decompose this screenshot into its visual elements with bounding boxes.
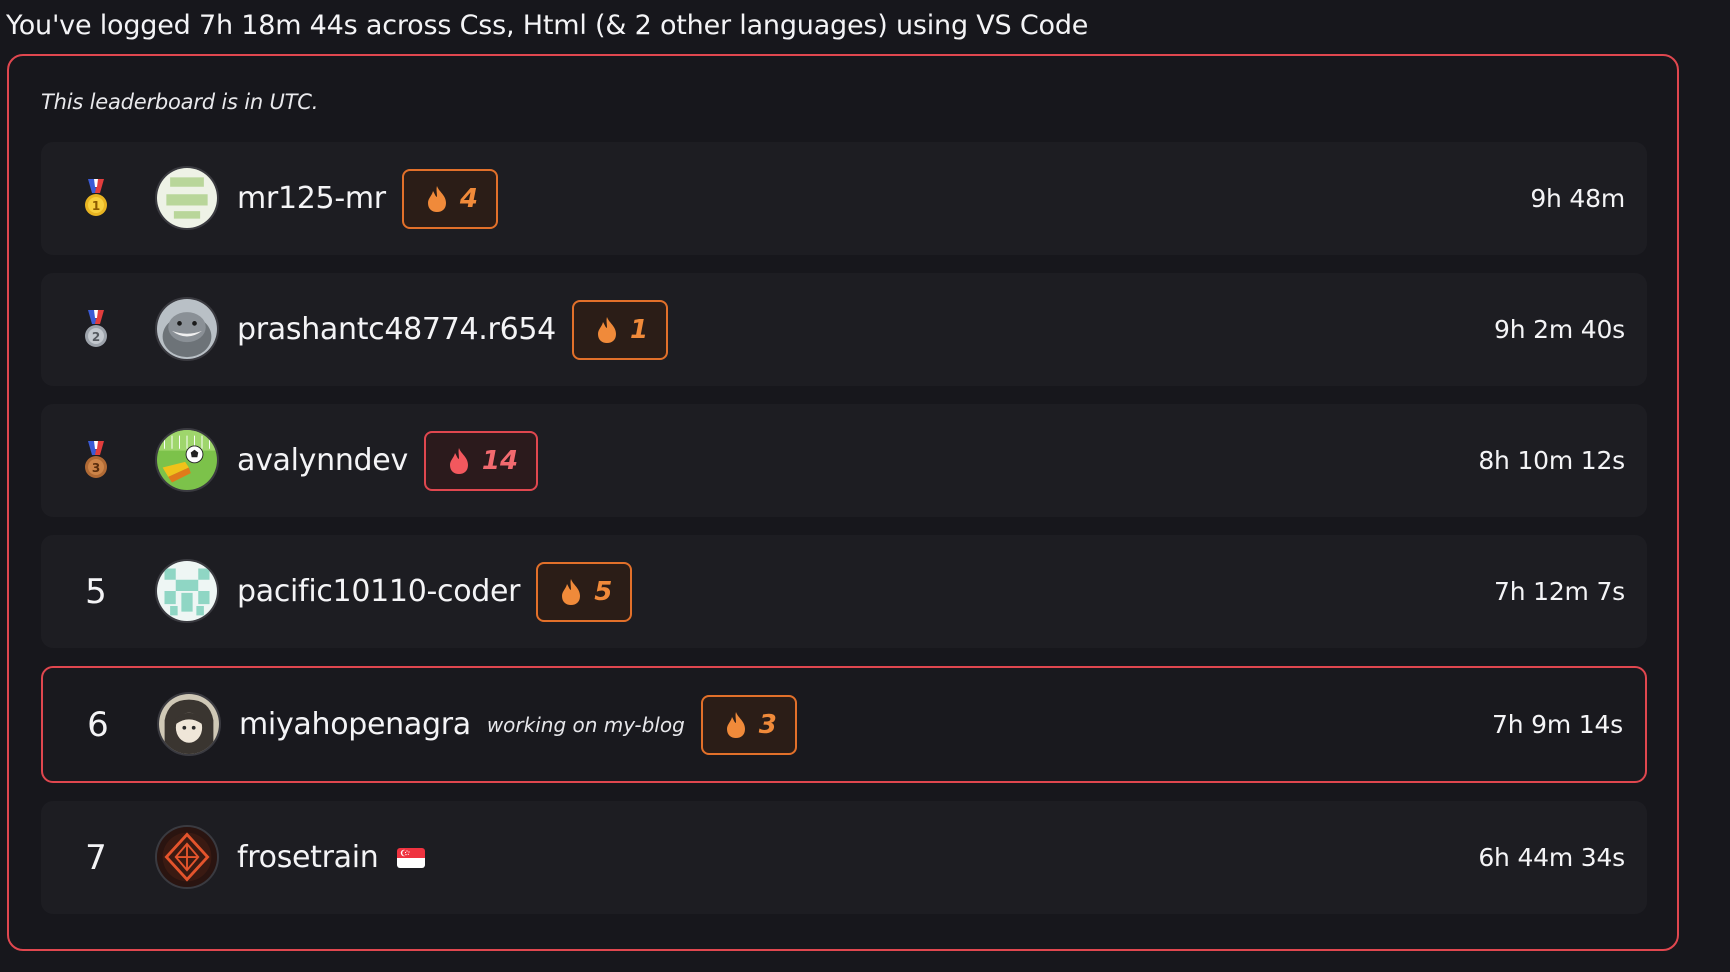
username[interactable]: frosetrain	[237, 840, 379, 875]
time-logged: 9h 2m 40s	[1494, 315, 1625, 344]
rank-number: 5	[85, 571, 107, 612]
leaderboard-row[interactable]: 2 prashantc48774.r654 1 9h 2m 40s	[41, 273, 1647, 386]
leaderboard-row[interactable]: 3 avalynndev 14 8h 10m 12s	[41, 404, 1647, 517]
streak-badge: 3	[700, 694, 797, 755]
avatar[interactable]	[157, 692, 221, 756]
time-logged: 6h 44m 34s	[1478, 843, 1625, 872]
streak-count: 3	[758, 709, 777, 740]
svg-text:1: 1	[92, 199, 100, 213]
leaderboard-row-current-user[interactable]: 6 miyahopenagra working on my-blog 3 7h …	[41, 666, 1647, 783]
silver-medal-icon: 2	[85, 309, 107, 347]
identicon-avatar	[157, 561, 217, 621]
rank-medal: 3	[71, 404, 121, 517]
rank-number: 7	[85, 837, 107, 878]
svg-text:3: 3	[92, 461, 100, 475]
leaderboard-row[interactable]: 5 pacific10110-coder 5 7h 12m 7s	[41, 535, 1647, 648]
flame-icon	[562, 578, 581, 605]
streak-badge: 14	[423, 430, 539, 491]
leaderboard-row[interactable]: 1 mr125-mr 4 9h 48m	[41, 142, 1647, 255]
rank-medal: 2	[71, 273, 121, 386]
shark-avatar	[157, 299, 217, 359]
time-logged: 7h 9m 14s	[1492, 710, 1623, 739]
svg-text:2: 2	[92, 330, 100, 344]
avatar[interactable]	[155, 297, 219, 361]
timezone-note: This leaderboard is in UTC.	[41, 90, 319, 114]
flame-icon	[726, 711, 745, 738]
username[interactable]: mr125-mr	[237, 181, 386, 216]
streak-badge: 4	[401, 168, 498, 229]
rank-number: 6	[87, 704, 109, 745]
streak-count: 5	[594, 576, 613, 607]
avatar[interactable]	[155, 559, 219, 623]
streak-count: 1	[629, 314, 649, 345]
time-logged: 8h 10m 12s	[1478, 446, 1625, 475]
avatar[interactable]	[155, 166, 219, 230]
soccer-avatar	[157, 430, 217, 490]
gold-medal-icon: 1	[85, 178, 107, 216]
username[interactable]: avalynndev	[237, 443, 408, 478]
bronze-medal-icon: 3	[85, 440, 107, 478]
identicon-avatar	[157, 168, 217, 228]
username[interactable]: pacific10110-coder	[237, 574, 521, 609]
anime-avatar	[159, 694, 219, 754]
flame-icon	[449, 447, 468, 474]
streak-count: 14	[481, 445, 519, 476]
flame-icon	[597, 316, 616, 343]
username[interactable]: prashantc48774.r654	[237, 312, 556, 347]
flame-icon	[427, 185, 446, 212]
avatar[interactable]	[155, 428, 219, 492]
crest-avatar	[157, 827, 217, 887]
streak-badge: 1	[571, 299, 669, 360]
activity-status: working on my-blog	[486, 712, 685, 737]
summary-text: You've logged 7h 18m 44s across Css, Htm…	[6, 10, 1089, 41]
singapore-flag-icon	[396, 847, 425, 868]
avatar[interactable]	[155, 825, 219, 889]
streak-badge: 5	[536, 561, 633, 622]
leaderboard-row[interactable]: 7 frosetrain 6h 44m 34s	[41, 801, 1647, 914]
leaderboard: This leaderboard is in UTC. 1 mr125-mr 4…	[7, 54, 1679, 951]
username[interactable]: miyahopenagra	[239, 707, 471, 742]
time-logged: 9h 48m	[1530, 184, 1625, 213]
time-logged: 7h 12m 7s	[1494, 577, 1625, 606]
streak-count: 4	[459, 183, 478, 214]
rank-medal: 1	[71, 142, 121, 255]
